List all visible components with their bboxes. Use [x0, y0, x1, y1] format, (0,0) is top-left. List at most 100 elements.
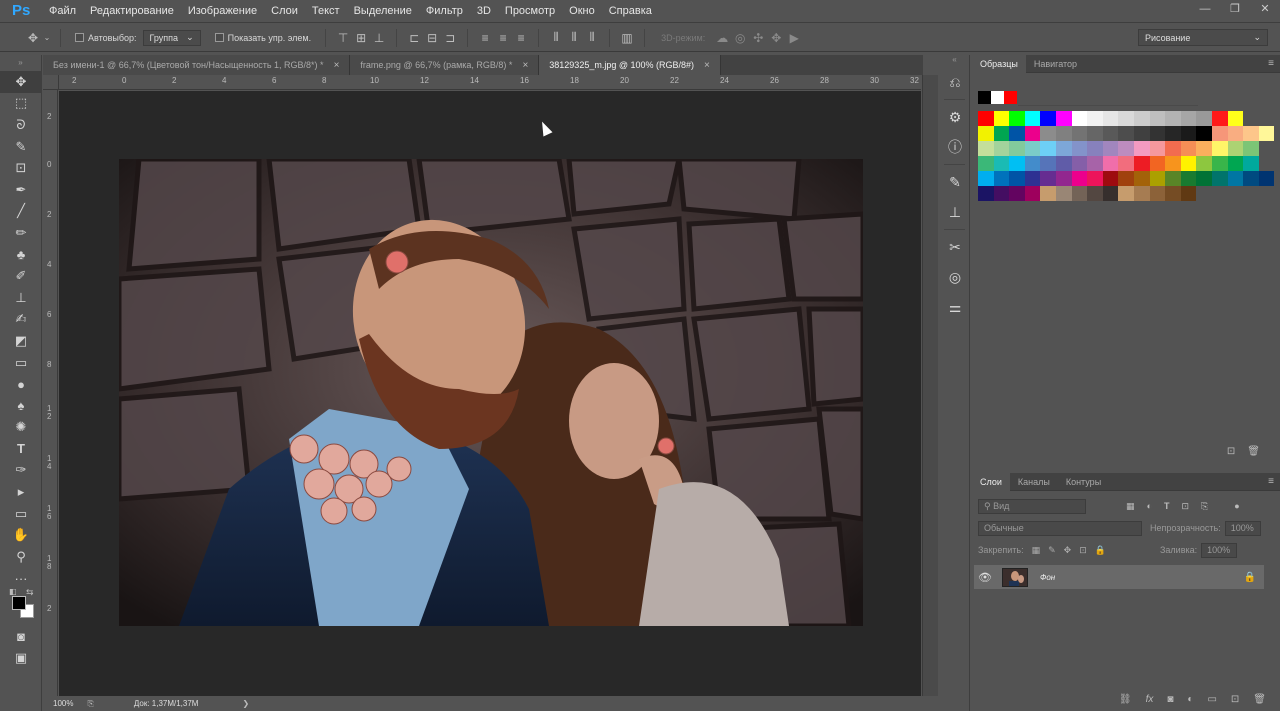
- menu-edit[interactable]: Редактирование: [83, 0, 181, 23]
- lock-icon[interactable]: 🔒: [1244, 572, 1256, 583]
- color-swatch[interactable]: [1211, 111, 1228, 126]
- color-swatch[interactable]: [1165, 156, 1181, 171]
- filter-adjust-icon[interactable]: ◐: [1147, 501, 1152, 511]
- color-swatch[interactable]: [1196, 171, 1212, 186]
- pencil-tool-icon[interactable]: ✏: [0, 222, 42, 244]
- canvas-area[interactable]: [59, 91, 921, 696]
- color-swatch[interactable]: [1024, 111, 1041, 126]
- hand-tool-icon[interactable]: ✋: [0, 524, 42, 546]
- color-swatch[interactable]: [1196, 156, 1212, 171]
- color-swatch[interactable]: [1009, 126, 1025, 141]
- color-swatch[interactable]: [1087, 186, 1103, 201]
- color-swatch[interactable]: [1196, 141, 1212, 156]
- color-swatch[interactable]: [1165, 141, 1181, 156]
- tab-untitled-1[interactable]: Без имени-1 @ 66,7% (Цветовой тон/Насыще…: [43, 55, 351, 75]
- color-swatch[interactable]: [1243, 126, 1259, 141]
- color-swatch[interactable]: [1133, 126, 1150, 141]
- status-menu-arrow-icon[interactable]: ❯: [242, 699, 249, 708]
- color-swatch[interactable]: [1133, 171, 1150, 186]
- 3d-slide-icon[interactable]: ✥: [767, 29, 785, 47]
- horizontal-ruler[interactable]: 2 0 2 4 6 8 10 12 14 16 18 20 22 24 26 2…: [59, 75, 921, 90]
- layer-filter-dropdown[interactable]: ⚲ Вид: [978, 498, 1086, 514]
- color-swatch[interactable]: [978, 171, 994, 186]
- color-swatch[interactable]: [1087, 171, 1103, 186]
- color-swatch[interactable]: [1258, 171, 1275, 186]
- blend-mode-dropdown[interactable]: Обычные: [978, 520, 1142, 536]
- color-swatch[interactable]: [1180, 126, 1197, 141]
- color-swatch[interactable]: [993, 186, 1010, 201]
- color-swatch[interactable]: [1102, 141, 1119, 156]
- document-image[interactable]: [119, 159, 863, 626]
- color-swatch[interactable]: [1055, 186, 1072, 201]
- color-swatch[interactable]: [1009, 186, 1025, 201]
- color-swatch[interactable]: [978, 186, 994, 201]
- filter-toggle-icon[interactable]: ●: [1234, 501, 1239, 511]
- menu-type[interactable]: Текст: [305, 0, 347, 23]
- color-swatch[interactable]: [1227, 111, 1244, 126]
- eyedropper-tool-icon[interactable]: ✒: [0, 179, 42, 201]
- auto-align-icon[interactable]: ▥: [618, 29, 636, 47]
- color-swatch[interactable]: [1024, 156, 1041, 171]
- 3d-roll-icon[interactable]: ◎: [731, 29, 749, 47]
- lock-all-icon[interactable]: 🔒: [1095, 545, 1106, 556]
- color-swatch[interactable]: [1087, 156, 1103, 171]
- crop-tool-icon[interactable]: ⊡: [0, 157, 42, 179]
- color-swatch[interactable]: [1118, 171, 1134, 186]
- tab-frame-png[interactable]: frame.png @ 66,7% (рамка, RGB/8) * ×: [350, 55, 540, 75]
- panel-menu-icon[interactable]: ≡: [1268, 58, 1274, 69]
- menu-filter[interactable]: Фильтр: [419, 0, 470, 23]
- lock-artboard-icon[interactable]: ⊡: [1079, 545, 1087, 556]
- color-swatch[interactable]: [1211, 141, 1228, 156]
- blur-tool-icon[interactable]: ●: [0, 373, 42, 395]
- color-swatch[interactable]: [1102, 111, 1119, 126]
- color-swatch[interactable]: [1009, 111, 1025, 126]
- color-swatch[interactable]: [1258, 126, 1275, 141]
- color-swatch[interactable]: [1149, 186, 1166, 201]
- autoselect-dropdown[interactable]: Группа ⌄: [142, 29, 201, 46]
- clone-stamp-tool-icon[interactable]: ♣: [0, 244, 42, 266]
- info-panel-icon[interactable]: ⓘ: [940, 132, 970, 162]
- menu-layer[interactable]: Слои: [264, 0, 305, 23]
- marquee-tool-icon[interactable]: ⬚: [0, 93, 42, 115]
- menu-file[interactable]: Файл: [42, 0, 83, 23]
- color-swatch[interactable]: [1118, 186, 1134, 201]
- color-swatch[interactable]: [1102, 186, 1119, 201]
- lock-transparent-icon[interactable]: ▦: [1032, 545, 1041, 556]
- color-swatch[interactable]: [1243, 141, 1259, 156]
- panel-menu-icon[interactable]: ≡: [1268, 476, 1274, 487]
- restore-icon[interactable]: ❐: [1228, 2, 1242, 16]
- menu-select[interactable]: Выделение: [347, 0, 419, 23]
- quick-mask-icon[interactable]: ◙: [0, 625, 42, 647]
- link-layers-icon[interactable]: ⛓: [1119, 694, 1132, 705]
- color-swatch[interactable]: [1118, 141, 1134, 156]
- filter-smart-icon[interactable]: ⎘: [1201, 501, 1208, 512]
- color-swatch[interactable]: [1040, 126, 1056, 141]
- color-swatch[interactable]: [1133, 141, 1150, 156]
- color-swatch[interactable]: [1055, 141, 1072, 156]
- distribute-left-icon[interactable]: ⫴: [547, 29, 565, 47]
- close-icon[interactable]: ✕: [1258, 2, 1272, 16]
- layer-background[interactable]: 👁 Фон 🔒: [974, 565, 1264, 589]
- menu-3d[interactable]: 3D: [470, 0, 498, 23]
- lock-image-icon[interactable]: ✎: [1048, 545, 1056, 556]
- color-swatch[interactable]: [1227, 156, 1244, 171]
- vertical-ruler[interactable]: 2 0 2 4 6 8 1 2 1 4 1 6 1 8 2: [43, 90, 58, 696]
- color-swatch[interactable]: [1180, 141, 1197, 156]
- close-icon[interactable]: ×: [522, 60, 528, 71]
- color-swatch[interactable]: [993, 156, 1010, 171]
- color-swatch[interactable]: [1004, 91, 1017, 104]
- color-swatch[interactable]: [993, 171, 1010, 186]
- filter-shape-icon[interactable]: ⊡: [1181, 501, 1189, 512]
- add-mask-icon[interactable]: ◙: [1167, 694, 1173, 705]
- color-swatch[interactable]: [1087, 111, 1103, 126]
- history-panel-icon[interactable]: ⎌: [940, 67, 970, 97]
- color-swatch[interactable]: [1149, 171, 1166, 186]
- foreground-color[interactable]: [12, 596, 26, 611]
- show-transform-checkbox[interactable]: Показать упр. элем.: [214, 33, 311, 43]
- color-swatch[interactable]: [1180, 171, 1197, 186]
- panel-collapse-icon[interactable]: »: [0, 55, 41, 71]
- color-swatch[interactable]: [1024, 171, 1041, 186]
- new-group-icon[interactable]: ▭: [1207, 694, 1216, 705]
- 3d-pan-icon[interactable]: ✣: [749, 29, 767, 47]
- color-swatch[interactable]: [1071, 156, 1088, 171]
